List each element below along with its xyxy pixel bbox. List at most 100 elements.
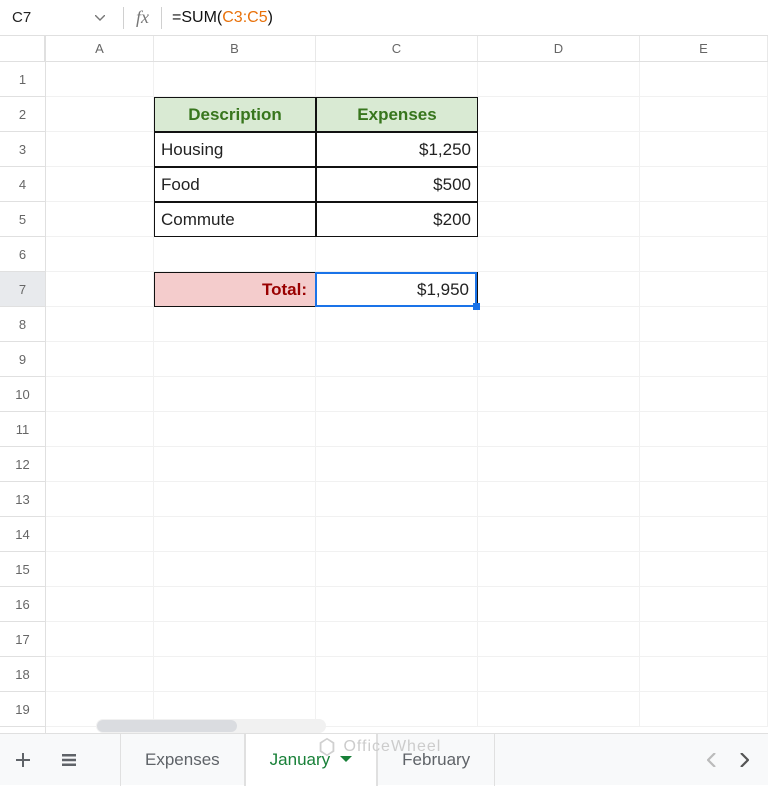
cell[interactable]: [316, 517, 478, 552]
cell[interactable]: [640, 412, 768, 447]
row-header[interactable]: 4: [0, 167, 45, 202]
cell[interactable]: [46, 342, 154, 377]
cell[interactable]: [154, 622, 316, 657]
cell[interactable]: [640, 377, 768, 412]
row-header[interactable]: 8: [0, 307, 45, 342]
cell[interactable]: [640, 657, 768, 692]
cell[interactable]: [316, 692, 478, 727]
cell[interactable]: [154, 412, 316, 447]
row-header[interactable]: 18: [0, 657, 45, 692]
cell[interactable]: [478, 377, 640, 412]
cell[interactable]: [46, 237, 154, 272]
cell[interactable]: [478, 342, 640, 377]
cell[interactable]: [154, 307, 316, 342]
cell[interactable]: [154, 587, 316, 622]
formula-input[interactable]: =SUM(C3:C5): [172, 9, 273, 27]
cell[interactable]: [46, 517, 154, 552]
cell[interactable]: [154, 552, 316, 587]
cell[interactable]: [46, 412, 154, 447]
cell[interactable]: [46, 587, 154, 622]
cell[interactable]: [640, 167, 768, 202]
cell[interactable]: [640, 307, 768, 342]
tab-january[interactable]: January: [245, 734, 377, 786]
cell[interactable]: [46, 272, 154, 307]
cell[interactable]: [316, 237, 478, 272]
cell[interactable]: [46, 97, 154, 132]
row-header[interactable]: 16: [0, 587, 45, 622]
cell[interactable]: [478, 447, 640, 482]
tab-february[interactable]: February: [377, 734, 495, 786]
cell[interactable]: [46, 657, 154, 692]
cell[interactable]: [640, 692, 768, 727]
cell[interactable]: [640, 342, 768, 377]
cell[interactable]: [640, 587, 768, 622]
table-row[interactable]: $200: [316, 202, 478, 237]
row-header[interactable]: 3: [0, 132, 45, 167]
cell[interactable]: [46, 622, 154, 657]
next-sheet-button[interactable]: [728, 740, 760, 780]
cell[interactable]: [154, 447, 316, 482]
cell[interactable]: [478, 132, 640, 167]
cell[interactable]: [316, 587, 478, 622]
row-header[interactable]: 9: [0, 342, 45, 377]
cell[interactable]: [640, 97, 768, 132]
cell[interactable]: [154, 237, 316, 272]
total-value[interactable]: $1,950: [316, 272, 478, 307]
row-header[interactable]: 11: [0, 412, 45, 447]
cell[interactable]: [46, 552, 154, 587]
row-header[interactable]: 14: [0, 517, 45, 552]
cell[interactable]: [154, 342, 316, 377]
table-row[interactable]: $500: [316, 167, 478, 202]
cell[interactable]: [46, 202, 154, 237]
cell[interactable]: [478, 97, 640, 132]
cell[interactable]: [640, 202, 768, 237]
cell[interactable]: [316, 412, 478, 447]
cell[interactable]: [640, 237, 768, 272]
table-header-desc[interactable]: Description: [154, 97, 316, 132]
cell[interactable]: [154, 62, 316, 97]
cell[interactable]: [640, 62, 768, 97]
cell[interactable]: [478, 167, 640, 202]
cell[interactable]: [478, 552, 640, 587]
row-header[interactable]: 5: [0, 202, 45, 237]
cell[interactable]: [46, 167, 154, 202]
row-header[interactable]: 2: [0, 97, 45, 132]
cell[interactable]: [316, 482, 478, 517]
cell[interactable]: [46, 307, 154, 342]
cell[interactable]: [316, 342, 478, 377]
total-label[interactable]: Total:: [154, 272, 316, 307]
cell[interactable]: [46, 377, 154, 412]
cell[interactable]: [478, 657, 640, 692]
cell[interactable]: [154, 482, 316, 517]
table-row[interactable]: Commute: [154, 202, 316, 237]
cell[interactable]: [316, 657, 478, 692]
cell[interactable]: [316, 622, 478, 657]
cells[interactable]: Description Expenses Housing $1,250 Food…: [46, 62, 768, 727]
scrollbar-thumb[interactable]: [97, 720, 237, 732]
col-header[interactable]: A: [46, 36, 154, 61]
cell[interactable]: [478, 237, 640, 272]
cell[interactable]: [154, 657, 316, 692]
cell[interactable]: [478, 692, 640, 727]
cell[interactable]: [154, 377, 316, 412]
cell[interactable]: [478, 62, 640, 97]
cell[interactable]: [316, 377, 478, 412]
select-all-corner[interactable]: [0, 36, 45, 62]
cell[interactable]: [46, 482, 154, 517]
cell[interactable]: [478, 412, 640, 447]
cell[interactable]: [640, 622, 768, 657]
horizontal-scrollbar[interactable]: [96, 719, 326, 733]
cell[interactable]: [640, 482, 768, 517]
add-sheet-button[interactable]: [0, 734, 46, 786]
all-sheets-button[interactable]: [46, 734, 92, 786]
cell[interactable]: [316, 62, 478, 97]
row-header[interactable]: 12: [0, 447, 45, 482]
cell[interactable]: [478, 272, 640, 307]
prev-sheet-button[interactable]: [696, 740, 728, 780]
col-header[interactable]: D: [478, 36, 640, 61]
cell[interactable]: [478, 587, 640, 622]
cell[interactable]: [46, 62, 154, 97]
row-header[interactable]: 17: [0, 622, 45, 657]
cell[interactable]: [478, 307, 640, 342]
tab-expenses[interactable]: Expenses: [120, 734, 245, 786]
